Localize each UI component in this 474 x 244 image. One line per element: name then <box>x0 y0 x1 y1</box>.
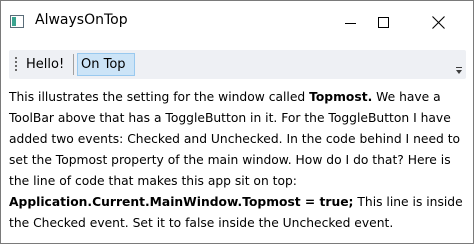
description-bold-1: Topmost. <box>309 90 373 104</box>
maximize-button[interactable] <box>365 1 411 45</box>
close-button[interactable] <box>419 1 465 45</box>
description-part-2: We have a ToolBar above that has a Toggl… <box>9 90 461 188</box>
app-icon-accent <box>12 17 16 26</box>
app-window: AlwaysOnTop Hello! On Top This illustrat… <box>0 0 474 244</box>
app-icon[interactable] <box>10 15 24 28</box>
maximize-icon <box>378 17 389 28</box>
minimize-icon <box>345 23 356 24</box>
description-bold-code: Application.Current.MainWindow.Topmost =… <box>9 195 354 209</box>
description-text: This illustrates the setting for the win… <box>9 87 467 234</box>
window-title: AlwaysOnTop <box>35 12 128 28</box>
chevron-down-icon <box>456 70 462 74</box>
toolbar-overflow-icon <box>456 67 462 68</box>
toolbar-overflow-button[interactable] <box>454 64 464 76</box>
toolbar-separator <box>73 54 74 75</box>
close-icon <box>432 16 445 29</box>
toolbar: Hello! On Top <box>9 50 466 79</box>
title-bar[interactable]: AlwaysOnTop <box>1 1 473 45</box>
hello-button[interactable]: Hello! <box>22 53 71 76</box>
on-top-toggle-button[interactable]: On Top <box>77 53 135 76</box>
description-part-1: This illustrates the setting for the win… <box>9 90 310 104</box>
toolbar-grip-handle[interactable] <box>14 55 17 75</box>
